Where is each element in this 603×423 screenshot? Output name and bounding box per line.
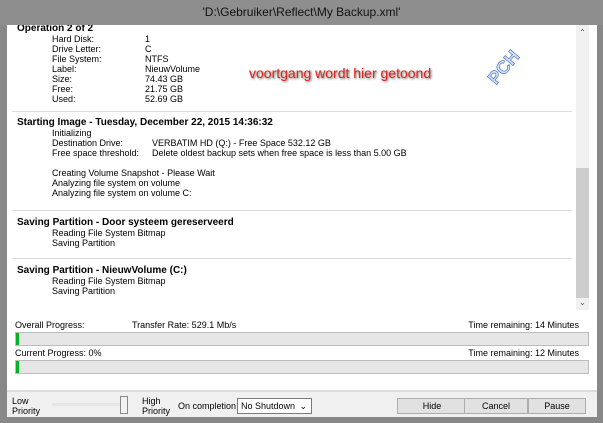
operation-section: Operation 2 of 2 Hard Disk: 1 Drive Letter… [17, 25, 200, 104]
field-label: Free space threshold: [52, 148, 140, 158]
log-line: Creating Volume Snapshot - Please Wait [52, 168, 215, 178]
partition-heading: Saving Partition - Door systeem gereserv… [17, 217, 234, 228]
log-line: Analyzing file system on volume C: [52, 188, 192, 198]
on-completion-select[interactable]: No Shutdown ⌄ [237, 398, 312, 414]
label-line: Priority [142, 406, 171, 416]
chevron-down-icon: ⌄ [299, 401, 307, 411]
log-scrollbar[interactable]: ⌃ ⌄ [576, 25, 589, 310]
field-value: VERBATIM HD (Q:) - Free Space 532.12 GB [152, 138, 331, 148]
on-completion-label: On completion [178, 401, 237, 411]
scroll-up-icon[interactable]: ⌃ [576, 28, 589, 37]
priority-slider[interactable] [52, 403, 124, 406]
transfer-rate: Transfer Rate: 529.1 Mb/s [132, 320, 237, 330]
field-value: NTFS [145, 54, 169, 64]
log-line: Reading File System Bitmap [52, 228, 166, 238]
high-priority-label: High Priority [142, 396, 170, 416]
field-value: Delete oldest backup sets when free spac… [152, 148, 407, 158]
log-field: Size: 74.43 GB [17, 74, 200, 84]
progress-panel: Overall Progress: Transfer Rate: 529.1 M… [7, 310, 597, 390]
current-progress-label: Current Progress: 0% [15, 348, 102, 358]
divider [12, 210, 572, 211]
field-label: Size: [52, 74, 73, 84]
log-line: Saving Partition [52, 286, 116, 296]
pch-watermark: PCH [483, 46, 524, 89]
field-value: C [145, 44, 152, 54]
hide-button[interactable]: Hide [397, 398, 467, 414]
log-line: Saving Partition [52, 238, 116, 248]
log-field: Hard Disk: 1 [17, 34, 200, 44]
select-value: No Shutdown [241, 401, 296, 411]
scrollbar-thumb[interactable] [576, 168, 589, 298]
label-line: Priority [12, 406, 41, 416]
field-label: Drive Letter: [52, 44, 102, 54]
overall-progress-fill [16, 333, 19, 345]
label-line: High [142, 396, 161, 406]
low-priority-label: Low Priority [12, 396, 40, 416]
field-value: 1 [145, 34, 151, 44]
current-time-remaining: Time remaining: 12 Minutes [468, 348, 579, 358]
partition-heading: Saving Partition - NieuwVolume (C:) [17, 265, 187, 276]
divider [12, 111, 572, 112]
log-line: Initializing [52, 128, 92, 138]
overall-time-remaining: Time remaining: 14 Minutes [468, 320, 579, 330]
field-label: Label: [52, 64, 77, 74]
log-field: Drive Letter: C [17, 44, 200, 54]
field-label: File System: [52, 54, 102, 64]
overall-progress-label: Overall Progress: [15, 320, 85, 330]
log-panel: Operation 2 of 2 Hard Disk: 1 Drive Letter… [7, 25, 597, 310]
log-line: Reading File System Bitmap [52, 276, 166, 286]
operation-heading: Operation 2 of 2 [17, 25, 94, 34]
field-value: 52.69 GB [145, 94, 184, 104]
log-field: Free space threshold: Delete oldest backu… [17, 148, 407, 158]
divider [12, 258, 572, 259]
log-line: Analyzing file system on volume [52, 178, 181, 188]
field-label: Used: [52, 94, 76, 104]
annotation-text: voortgang wordt hier getoond [249, 65, 432, 81]
log-field: Free: 21.75 GB [17, 84, 200, 94]
overall-progress-bar [15, 332, 589, 346]
log-field: Used: 52.69 GB [17, 94, 200, 104]
field-label: Hard Disk: [52, 34, 95, 44]
cancel-button[interactable]: Cancel [464, 398, 528, 414]
partition-section: Saving Partition - Door systeem gereserv… [17, 217, 234, 248]
field-value: NieuwVolume [145, 64, 201, 74]
field-label: Free: [52, 84, 74, 94]
footer-bar: Low Priority High Priority On completion N… [7, 390, 597, 417]
starting-section: Starting Image - Tuesday, December 22, 2… [17, 117, 407, 198]
priority-slider-thumb[interactable] [120, 396, 128, 414]
log-field: Destination Drive: VERBATIM HD (Q:) - Fre… [17, 138, 407, 148]
field-value: 21.75 GB [145, 84, 184, 94]
pause-button[interactable]: Pause [528, 398, 586, 414]
partition-section: Saving Partition - NieuwVolume (C:) Read… [17, 265, 187, 296]
field-label: Destination Drive: [52, 138, 124, 148]
label-line: Low [12, 396, 29, 406]
starting-heading: Starting Image - Tuesday, December 22, 2… [17, 117, 273, 128]
window-title: 'D:\Gebruiker\Reflect\My Backup.xml' [0, 0, 603, 25]
backup-progress-window: Operation 2 of 2 Hard Disk: 1 Drive Letter… [7, 25, 597, 417]
current-progress-bar [15, 360, 589, 374]
scroll-down-icon[interactable]: ⌄ [576, 298, 589, 307]
current-progress-fill [16, 361, 19, 373]
log-field: File System: NTFS [17, 54, 200, 64]
field-value: 74.43 GB [145, 74, 184, 84]
log-field: Label: NieuwVolume [17, 64, 200, 74]
